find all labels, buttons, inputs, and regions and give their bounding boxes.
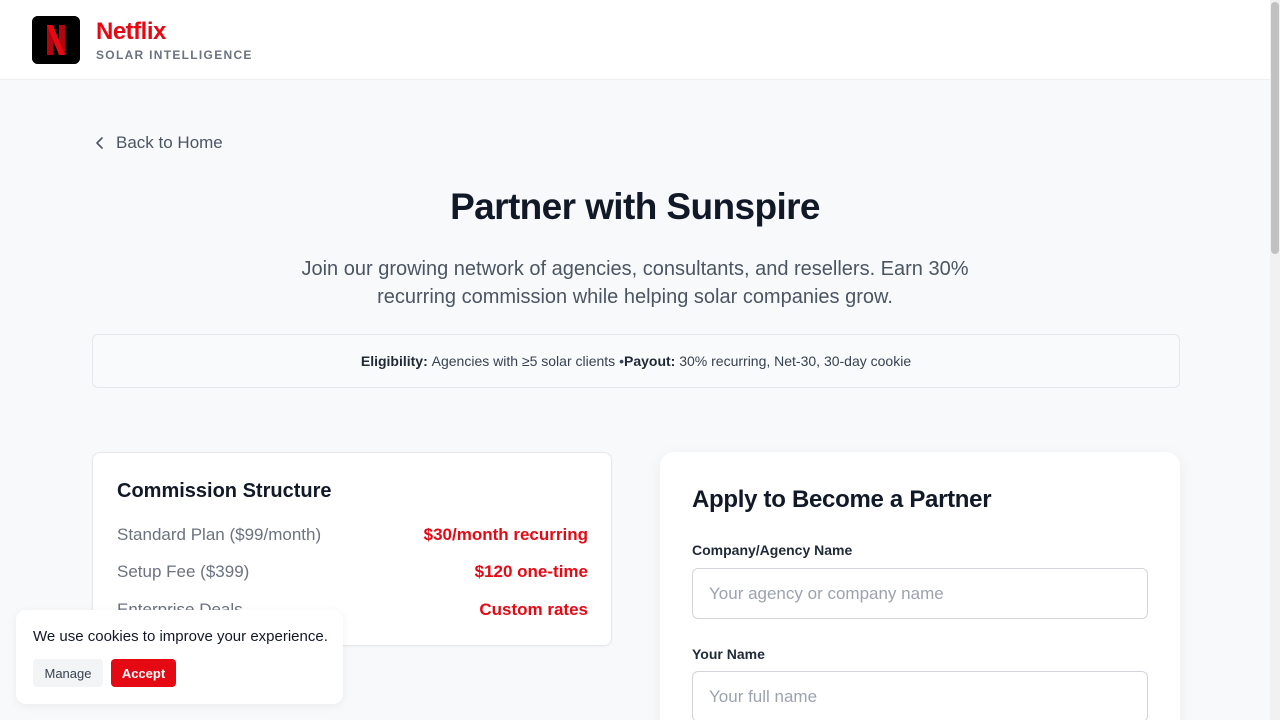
accept-cookies-button[interactable]: Accept (111, 659, 176, 687)
eligibility-text: Agencies with ≥5 solar clients (431, 353, 616, 369)
cookie-message: We use cookies to improve your experienc… (33, 628, 328, 645)
your-name-input[interactable] (692, 671, 1148, 720)
scrollbar-thumb[interactable] (1271, 2, 1279, 254)
chevron-left-icon (96, 137, 103, 149)
your-name-label: Your Name (692, 646, 765, 662)
brand-name[interactable]: Netflix (96, 18, 166, 46)
commission-row-value: $120 one-time (474, 562, 588, 581)
company-name-input[interactable] (692, 568, 1148, 619)
payout-label: Payout: (623, 353, 676, 369)
payout-text: 30% recurring, Net-30, 30-day cookie (679, 353, 912, 369)
brand-tagline: SOLAR INTELLIGENCE (96, 48, 253, 62)
commission-row-label: Setup Fee ($399) (117, 562, 250, 581)
eligibility-label: Eligibility: (360, 353, 428, 369)
site-header: Netflix SOLAR INTELLIGENCE (0, 0, 1270, 80)
page-title: Partner with Sunspire (450, 186, 820, 227)
manage-cookies-button[interactable]: Manage (33, 659, 103, 687)
back-link-label: Back to Home (116, 133, 223, 152)
netflix-n-icon (32, 16, 80, 64)
commission-row-label: Standard Plan ($99/month) (117, 525, 322, 544)
eligibility-info-bar: Eligibility: Agencies with ≥5 solar clie… (92, 334, 1180, 388)
page-scrollbar[interactable] (1270, 0, 1280, 720)
commission-row-value: Custom rates (479, 600, 588, 619)
commission-row: Standard Plan ($99/month) $30/month recu… (117, 523, 588, 547)
form-title: Apply to Become a Partner (692, 486, 992, 513)
commission-row: Setup Fee ($399) $120 one-time (117, 560, 588, 584)
cookie-banner: We use cookies to improve your experienc… (16, 610, 343, 704)
brand-logo-icon[interactable] (32, 16, 80, 64)
commission-row-value: $30/month recurring (423, 525, 588, 544)
back-to-home-link[interactable]: Back to Home (92, 132, 223, 154)
company-name-label: Company/Agency Name (692, 542, 853, 558)
partner-application-form: Apply to Become a Partner Company/Agency… (660, 452, 1180, 720)
commission-title: Commission Structure (117, 480, 332, 502)
page-subtitle: Join our growing network of agencies, co… (301, 258, 969, 308)
